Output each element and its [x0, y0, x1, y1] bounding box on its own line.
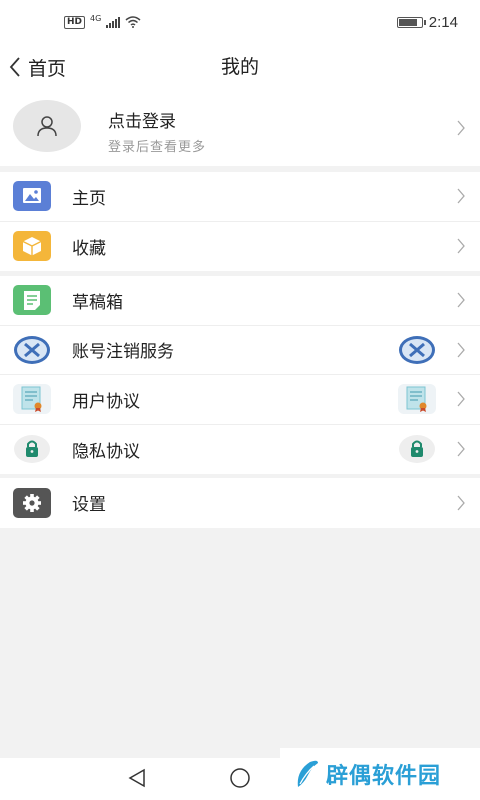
menu-item-home[interactable]: 主页	[0, 172, 480, 222]
leaf-logo-icon	[297, 760, 318, 787]
status-time: 2:14	[428, 13, 458, 31]
chevron-right-icon	[457, 495, 465, 511]
watermark-text: 辟偶软件园	[326, 764, 442, 789]
battery-icon	[396, 16, 426, 28]
back-label: 首页	[28, 57, 67, 80]
chevron-right-icon	[457, 120, 465, 136]
page-title: 我的	[220, 56, 259, 78]
chevron-right-icon	[457, 441, 465, 457]
login-row[interactable]: 点击登录 登录后查看更多	[0, 90, 480, 166]
chevron-right-icon	[457, 391, 465, 407]
battery-fill	[398, 18, 418, 26]
menu-item-label: 设置	[72, 495, 106, 516]
network-type: 4G	[90, 13, 102, 23]
certificate-icon	[13, 384, 51, 415]
status-right: 2:14	[396, 13, 458, 31]
lock-icon	[398, 434, 436, 464]
login-subtitle: 登录后查看更多	[108, 140, 207, 155]
wifi-icon	[125, 16, 141, 28]
box-icon	[13, 231, 51, 262]
menu-item-label: 草稿箱	[72, 292, 123, 313]
menu-group-account: 草稿箱 账号注销服务 用户协议 隐私协议	[0, 276, 480, 474]
chevron-right-icon	[457, 238, 465, 254]
menu-item-account-cancel[interactable]: 账号注销服务	[0, 326, 480, 375]
menu-item-user-agreement[interactable]: 用户协议	[0, 375, 480, 425]
menu-item-label: 用户协议	[72, 391, 140, 412]
menu-item-drafts[interactable]: 草稿箱	[0, 276, 480, 326]
lock-icon	[13, 434, 51, 464]
draft-icon	[13, 285, 51, 316]
cancel-icon	[398, 335, 436, 365]
menu-item-privacy[interactable]: 隐私协议	[0, 425, 480, 475]
chevron-left-icon	[9, 57, 20, 77]
nav-bar: 我的 首页	[0, 44, 480, 90]
watermark: 辟偶软件园	[280, 748, 480, 800]
menu-item-label: 隐私协议	[72, 441, 140, 462]
menu-item-settings[interactable]: 设置	[0, 478, 480, 528]
avatar	[13, 100, 81, 152]
menu-item-label: 主页	[72, 188, 106, 209]
status-left: HD 4G	[64, 13, 141, 29]
back-button[interactable]: 首页	[8, 50, 66, 84]
nav-home-icon[interactable]	[228, 767, 252, 789]
menu-item-label: 账号注销服务	[72, 342, 174, 363]
nav-back-icon[interactable]	[126, 767, 148, 789]
status-bar: HD 4G 2:14	[0, 0, 480, 44]
certificate-icon	[398, 384, 436, 415]
image-icon	[13, 181, 51, 212]
menu-group-main: 主页 收藏	[0, 172, 480, 271]
gear-icon	[13, 487, 51, 518]
chevron-right-icon	[457, 188, 465, 204]
menu-item-favorites[interactable]: 收藏	[0, 222, 480, 272]
signal-icon	[106, 16, 121, 28]
login-title: 点击登录	[108, 112, 176, 132]
cancel-icon	[13, 335, 51, 365]
user-icon	[37, 116, 57, 137]
menu-group-settings: 设置	[0, 478, 480, 528]
hd-badge: HD	[64, 15, 86, 29]
chevron-right-icon	[457, 342, 465, 358]
chevron-right-icon	[457, 292, 465, 308]
menu-item-label: 收藏	[72, 238, 106, 259]
